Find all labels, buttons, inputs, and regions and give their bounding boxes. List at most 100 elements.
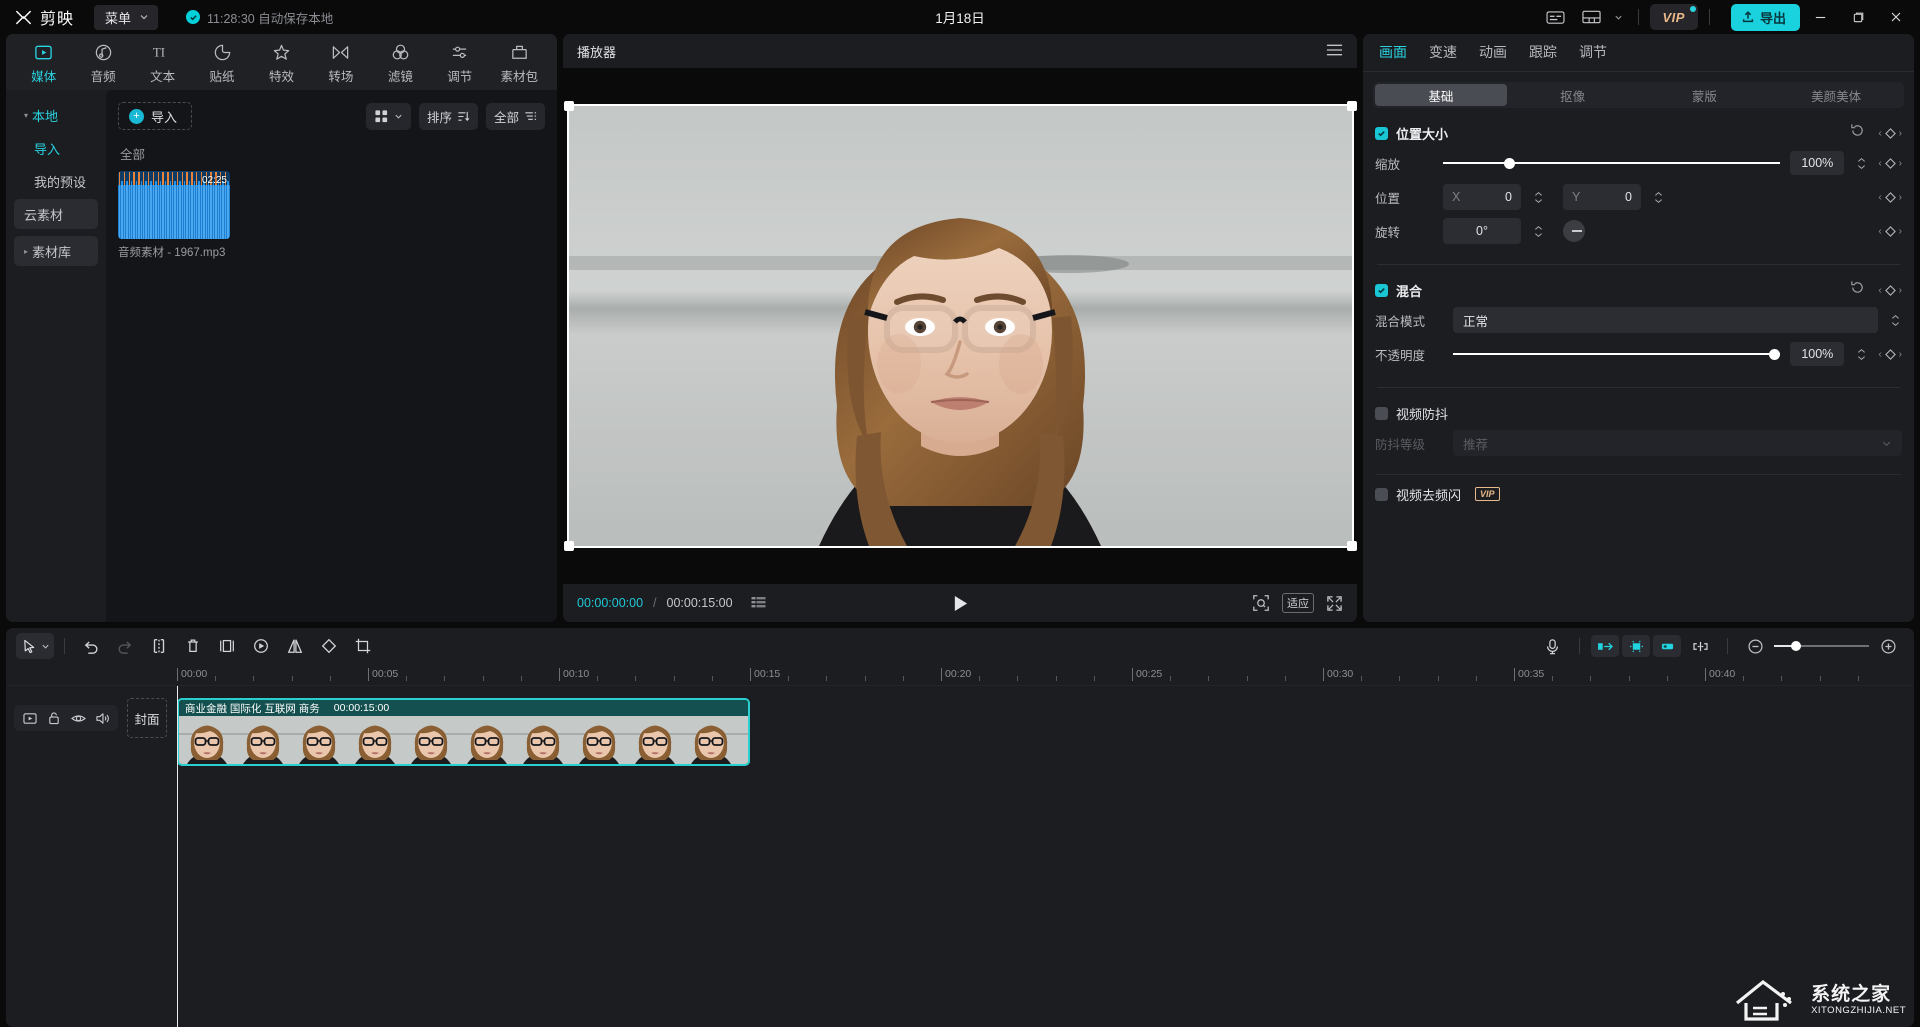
zoom-knob[interactable] (1791, 641, 1802, 651)
layout-icon[interactable] (1575, 2, 1609, 32)
caption-icon[interactable] (1539, 2, 1573, 32)
tab-material-pack[interactable]: 素材包 (492, 40, 547, 88)
keyframe-icon[interactable] (1884, 191, 1896, 203)
timeline-ruler[interactable]: 00:00 00:05 00:10 00:15 00:20 00:25 00:30 00:35… (6, 664, 1914, 686)
prev-keyframe-icon[interactable]: ‹ (1878, 349, 1881, 360)
tab-speed[interactable]: 变速 (1429, 42, 1457, 64)
fit-button[interactable]: 适应 (1282, 593, 1314, 613)
volume-icon[interactable] (93, 709, 111, 727)
video-track-icon[interactable] (21, 709, 39, 727)
fullscreen-icon[interactable] (1326, 595, 1343, 612)
play-button[interactable] (952, 594, 969, 613)
nav-item-presets[interactable]: 我的预设 (14, 166, 98, 196)
prev-keyframe-icon[interactable]: ‹ (1878, 226, 1881, 237)
media-item[interactable]: 02:25 音频素材 - 1967.mp3 (118, 171, 230, 260)
crop-button[interactable] (347, 632, 379, 660)
next-keyframe-icon[interactable]: › (1899, 192, 1902, 203)
import-button[interactable]: + 导入 (118, 102, 193, 130)
minimize-button[interactable] (1802, 0, 1838, 34)
close-button[interactable] (1878, 0, 1914, 34)
delete-button[interactable] (177, 632, 209, 660)
zoom-out-button[interactable] (1739, 632, 1771, 660)
position-x-input[interactable]: X 0 (1443, 184, 1521, 210)
tab-animation[interactable]: 动画 (1479, 42, 1507, 64)
position-keyframe[interactable]: ‹ › (1878, 192, 1902, 203)
rotate-dial[interactable] (1563, 220, 1585, 242)
prev-keyframe-icon[interactable]: ‹ (1878, 158, 1881, 169)
next-keyframe-icon[interactable]: › (1899, 226, 1902, 237)
undo-button[interactable] (75, 632, 107, 660)
position-y-stepper[interactable] (1651, 191, 1665, 204)
tab-picture[interactable]: 画面 (1379, 42, 1407, 64)
unlock-icon[interactable] (45, 709, 63, 727)
snap-left-button[interactable] (1591, 635, 1619, 657)
rotate-input[interactable]: 0° (1443, 218, 1521, 244)
tab-media[interactable]: 媒体 (16, 40, 71, 88)
scale-stepper[interactable] (1854, 157, 1868, 170)
tab-adjustment[interactable]: 调节 (1579, 42, 1607, 64)
auto-snap-button[interactable] (1622, 635, 1650, 657)
subtab-beauty[interactable]: 美颜美体 (1770, 84, 1902, 106)
opacity-slider[interactable] (1453, 347, 1781, 361)
next-keyframe-icon[interactable]: › (1899, 285, 1902, 296)
maximize-button[interactable] (1840, 0, 1876, 34)
frames-icon[interactable] (751, 596, 767, 610)
tab-adjust[interactable]: 调节 (432, 40, 487, 88)
menu-button[interactable]: 菜单 (94, 4, 159, 30)
keyframe-control[interactable]: ‹ › (1878, 285, 1902, 296)
prev-keyframe-icon[interactable]: ‹ (1878, 128, 1881, 139)
current-timecode[interactable]: 00:00:00:00 (577, 596, 643, 610)
rotate-stepper[interactable] (1531, 225, 1545, 238)
layout-chevron-down-icon[interactable] (1611, 2, 1627, 32)
opacity-value[interactable]: 100% (1790, 342, 1845, 366)
scale-slider[interactable] (1443, 156, 1781, 170)
cover-button[interactable]: 封面 (127, 698, 167, 738)
scale-keyframe[interactable]: ‹ › (1878, 158, 1902, 169)
nav-item-local[interactable]: ▾ 本地 (14, 100, 98, 130)
link-clip-button[interactable] (1684, 632, 1716, 660)
opacity-keyframe[interactable]: ‹ › (1878, 349, 1902, 360)
prev-keyframe-icon[interactable]: ‹ (1878, 285, 1881, 296)
mirror-button[interactable] (279, 632, 311, 660)
prev-keyframe-icon[interactable]: ‹ (1878, 192, 1881, 203)
deflicker-checkbox[interactable] (1375, 487, 1388, 501)
nav-item-import[interactable]: 导入 (14, 133, 98, 163)
keyframe-icon[interactable] (1884, 284, 1896, 296)
keyframe-icon[interactable] (1884, 127, 1896, 139)
nav-item-library[interactable]: ▸ 素材库 (14, 236, 98, 266)
tab-audio[interactable]: 音频 (75, 40, 130, 88)
freeze-frame-button[interactable] (245, 632, 277, 660)
position-size-checkbox[interactable] (1375, 126, 1388, 140)
record-voiceover-button[interactable] (1536, 632, 1568, 660)
grid-view-button[interactable] (365, 102, 411, 130)
video-clip[interactable]: 商业金融 国际化 互联网 商务 00:00:15:00 (177, 698, 750, 766)
tab-filter[interactable]: 滤镜 (373, 40, 428, 88)
slider-knob[interactable] (1503, 157, 1515, 169)
subtab-mask[interactable]: 蒙版 (1639, 84, 1771, 106)
blend-mode-select[interactable]: 正常 (1453, 307, 1878, 333)
visibility-icon[interactable] (69, 709, 87, 727)
tab-transition[interactable]: 转场 (313, 40, 368, 88)
split-button[interactable] (143, 632, 175, 660)
blend-mode-stepper[interactable] (1888, 314, 1902, 327)
tab-tracking[interactable]: 跟踪 (1529, 42, 1557, 64)
reset-icon[interactable] (1850, 123, 1865, 143)
position-y-input[interactable]: Y 0 (1563, 184, 1641, 210)
subtab-basic[interactable]: 基础 (1375, 84, 1507, 106)
rotate-button[interactable] (313, 632, 345, 660)
tab-sticker[interactable]: 贴纸 (194, 40, 249, 88)
stabilization-checkbox[interactable] (1375, 406, 1388, 420)
subtab-chroma-key[interactable]: 抠像 (1507, 84, 1639, 106)
select-tool-button[interactable] (16, 633, 54, 659)
blend-checkbox[interactable] (1375, 283, 1388, 297)
separate-audio-button[interactable] (211, 632, 243, 660)
keyframe-icon[interactable] (1884, 348, 1896, 360)
filter-button[interactable]: 全部 (485, 102, 545, 130)
nav-item-cloud[interactable]: 云素材 (14, 199, 98, 229)
reset-icon[interactable] (1850, 280, 1865, 300)
video-preview[interactable] (563, 101, 1357, 551)
next-keyframe-icon[interactable]: › (1899, 158, 1902, 169)
opacity-stepper[interactable] (1854, 348, 1868, 361)
rotate-keyframe[interactable]: ‹ › (1878, 226, 1902, 237)
tab-text[interactable]: TI 文本 (135, 40, 190, 88)
